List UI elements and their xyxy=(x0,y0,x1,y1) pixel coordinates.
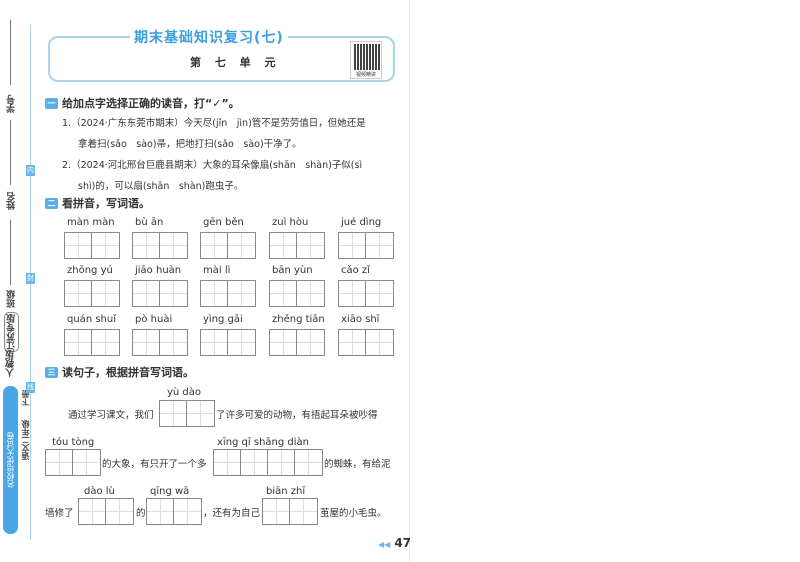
pinyin-label: màn màn xyxy=(67,217,115,228)
section-number: 一 xyxy=(45,97,58,109)
pinyin-label: zhōng yú xyxy=(67,265,113,276)
section-number: 三 xyxy=(45,366,58,378)
answer-box[interactable] xyxy=(200,280,256,307)
pinyin-label: dào lù xyxy=(84,486,115,497)
seal-mark: 封 xyxy=(26,273,35,284)
page-title: 期末基础知识复习(七) xyxy=(130,27,288,47)
unit-title: 第 七 单 元 xyxy=(190,56,281,69)
student-id-label: 学号 xyxy=(7,95,17,113)
name-label: 姓名 xyxy=(7,192,17,210)
question-1-line-1: 1.（2024·广东东莞市期末）今天尽(jǐn jìn)管不是劳劳值日，但她还是 xyxy=(62,118,366,129)
answer-box[interactable] xyxy=(200,232,256,259)
qr-label: 视频精讲 xyxy=(355,72,376,78)
section-3-heading: 三读句子，根据拼音写词语。 xyxy=(45,364,194,380)
brand-logo: 名校培优大试卷 xyxy=(3,386,18,534)
answer-box[interactable] xyxy=(132,280,188,307)
pinyin-label: mài lì xyxy=(203,265,231,276)
answer-box[interactable] xyxy=(146,498,202,525)
section-title: 给加点字选择正确的读音，打“✓”。 xyxy=(62,97,240,110)
double-arrow-icon: ◀◀ xyxy=(378,540,391,549)
question-2-line-2: shì)的，可以扇(shān shàn)跑虫子。 xyxy=(78,181,244,192)
pinyin-label: yìng gāi xyxy=(203,314,243,325)
seal-mark: 线 xyxy=(26,382,35,393)
pinyin-label: xīng qī shāng diàn xyxy=(217,437,309,448)
pinyin-label: quán shuǐ xyxy=(67,314,116,325)
answer-box[interactable] xyxy=(78,498,134,525)
pinyin-label: bù ān xyxy=(135,217,164,228)
section-number: 二 xyxy=(45,197,58,209)
answer-box[interactable] xyxy=(200,329,256,356)
pinyin-label: zhěng tiān xyxy=(272,314,325,325)
class-line xyxy=(10,220,11,285)
page-number-text: 47 xyxy=(394,536,412,550)
sentence-text: 了许多可爱的动物，有捂起耳朵被吵得 xyxy=(216,410,378,421)
pinyin-label: jiāo huàn xyxy=(135,265,182,276)
sentence-text: 的 xyxy=(136,508,146,519)
pinyin-label: qīng wā xyxy=(150,486,190,497)
pinyin-label: yù dào xyxy=(167,387,202,398)
pinyin-label: gēn běn xyxy=(203,217,244,228)
sentence-text: 茧屋的小毛虫。 xyxy=(320,508,387,519)
class-label: 班级 xyxy=(7,290,17,308)
edition-label: 江苏专版 xyxy=(4,312,19,352)
section-2-heading: 二看拼音，写词语。 xyxy=(45,195,150,211)
pinyin-label: jué dìng xyxy=(341,217,382,228)
pinyin-label: cǎo zǐ xyxy=(341,265,370,276)
answer-box[interactable] xyxy=(45,449,101,476)
answer-box[interactable] xyxy=(338,232,394,259)
pinyin-label: zuì hòu xyxy=(272,217,309,228)
question-1-line-2: 拿着扫(sǎo sào)帚，把地打扫(sǎo sào)干净了。 xyxy=(78,139,302,150)
answer-box[interactable] xyxy=(338,329,394,356)
answer-box[interactable] xyxy=(64,329,120,356)
worksheet-page: 学号 姓名 班级 江苏专版 人教版 下册 下册 语文二年级 名校培优大试卷 内 … xyxy=(0,0,411,562)
answer-box[interactable] xyxy=(132,329,188,356)
answer-box[interactable] xyxy=(159,400,215,427)
sentence-text: 的大象，有只开了一个多 xyxy=(102,459,207,470)
sentence-text: ，还有为自己 xyxy=(203,508,261,519)
sentence-text: 通过学习课文，我们 xyxy=(68,410,154,421)
publisher-label: 人教版 xyxy=(6,350,16,377)
answer-box[interactable] xyxy=(132,232,188,259)
answer-box[interactable] xyxy=(64,280,120,307)
student-id-line xyxy=(10,20,11,85)
sentence-text: 的蜘蛛，有给泥 xyxy=(324,459,391,470)
subject-label: 语文二年级 xyxy=(21,420,30,460)
seal-mark: 内 xyxy=(26,165,35,176)
answer-box[interactable] xyxy=(338,280,394,307)
pinyin-label: tóu tòng xyxy=(52,437,95,448)
question-2-line-1: 2.（2024·河北邢台巨鹿县期末）大象的耳朵像扇(shān shàn)子似(s… xyxy=(62,160,363,171)
name-line xyxy=(10,120,11,185)
answer-box[interactable] xyxy=(269,280,325,307)
answer-box[interactable] xyxy=(213,449,323,476)
sentence-text: 墙修了 xyxy=(45,508,74,519)
section-1-heading: 一给加点字选择正确的读音，打“✓”。 xyxy=(45,95,240,111)
pinyin-label: pò huài xyxy=(135,314,173,325)
page-number: ◀◀ 47 xyxy=(378,536,411,550)
answer-box[interactable] xyxy=(269,329,325,356)
pinyin-label: xiāo shī xyxy=(341,314,380,325)
qr-code[interactable]: 视频精讲 xyxy=(350,41,382,79)
answer-box[interactable] xyxy=(262,498,318,525)
pinyin-label: biān zhī xyxy=(266,486,306,497)
pinyin-label: bān yùn xyxy=(272,265,313,276)
qr-code-icon xyxy=(354,44,380,70)
answer-box[interactable] xyxy=(269,232,325,259)
section-title: 看拼音，写词语。 xyxy=(62,197,150,210)
section-title: 读句子，根据拼音写词语。 xyxy=(62,366,194,379)
answer-box[interactable] xyxy=(64,232,120,259)
